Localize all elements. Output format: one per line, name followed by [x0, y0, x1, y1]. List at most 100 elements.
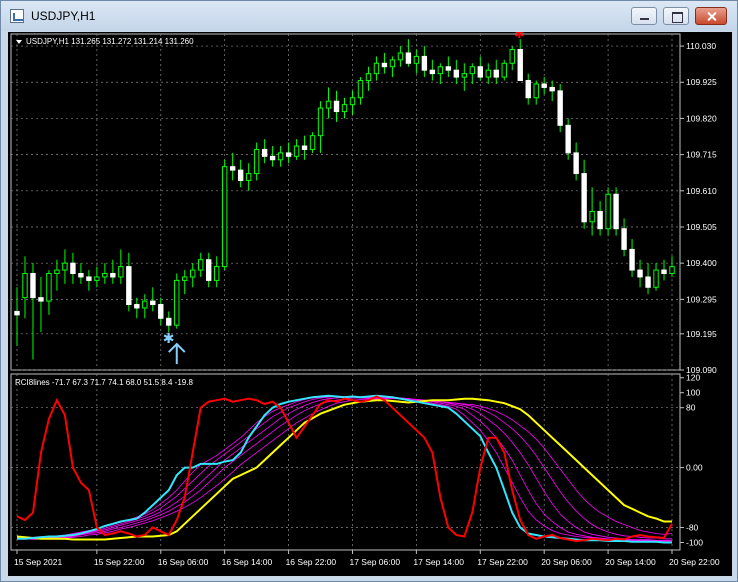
rci-magenta-line: [16, 396, 672, 542]
price-tick-label: 109.195: [686, 329, 717, 339]
candle-body: [501, 62, 507, 78]
candle-body: [198, 259, 204, 271]
price-panel[interactable]: ✱ ✱ 110.030 109.925 109.820 109.715 109.610 10…: [10, 32, 717, 375]
candle-body: [142, 300, 148, 309]
candle-body: [221, 166, 228, 268]
candle-body: [485, 69, 491, 78]
candle-body: [341, 104, 348, 113]
candle-body: [30, 273, 36, 299]
candle-body: [102, 273, 108, 278]
candle-body: [517, 49, 523, 82]
candle-body: [565, 124, 571, 154]
buy-star-icon: ✱: [163, 331, 175, 347]
candle-body: [493, 69, 499, 78]
price-tick-label: 110.030: [686, 41, 716, 51]
price-tick-label: 109.610: [686, 186, 717, 196]
candle-body: [581, 173, 587, 223]
candle-body: [573, 152, 579, 175]
time-tick-label: 17 Sep 14:00: [413, 557, 464, 567]
candle-body: [613, 193, 619, 230]
candle-body: [317, 107, 324, 137]
candle-body: [445, 66, 452, 71]
candle-body: [645, 276, 651, 288]
time-axis: 15 Sep 2021 15 Sep 22:00 16 Sep 06:00 16 Se…: [14, 550, 720, 567]
time-tick-label: 20 Sep 14:00: [605, 557, 656, 567]
candle-body: [357, 80, 364, 99]
candle-body: [469, 66, 476, 75]
restore-button[interactable]: [663, 7, 689, 25]
candle-body: [437, 66, 444, 75]
rci-cyan-line: [17, 394, 672, 544]
price-tick-label: 109.925: [686, 77, 717, 87]
candle-body: [206, 259, 212, 281]
chart-canvas[interactable]: ✱ ✱ 110.030 109.925 109.820 109.715 109.610 10…: [8, 32, 732, 576]
rci-panel[interactable]: 120 100 80 0.00 -80 -100 RCI8lines -71.7 67.3…: [10, 373, 703, 551]
candle-body: [245, 173, 252, 181]
rci-magenta-line: [16, 396, 672, 541]
time-tick-label: 16 Sep 22:00: [286, 557, 337, 567]
title-bar[interactable]: USDJPY,H1: [1, 1, 737, 31]
candle-body: [629, 248, 635, 271]
candle-body: [669, 266, 675, 275]
candle-body: [190, 269, 196, 278]
candle-body: [413, 55, 420, 64]
price-panel-frame: [10, 33, 681, 371]
candle-body: [158, 304, 164, 319]
rci-tick-label: 0.00: [686, 463, 703, 473]
candle-body: [261, 148, 268, 157]
candle-body: [134, 304, 140, 309]
candle-body: [229, 166, 236, 171]
time-tick-label: 20 Sep 06:00: [541, 557, 592, 567]
candle-body: [421, 55, 428, 71]
price-tick-label: 109.820: [686, 113, 717, 123]
candle-body: [293, 145, 300, 157]
candle-body: [549, 86, 555, 92]
candle-body: [182, 276, 188, 281]
collapse-triangle-icon[interactable]: [16, 40, 22, 44]
candle-body: [22, 273, 28, 299]
candle-body: [110, 273, 116, 278]
candle-body: [477, 66, 483, 78]
rci-axis: 120 100 80 0.00 -80 -100: [680, 373, 703, 548]
candlesticks: [14, 39, 675, 360]
candle-body: [38, 297, 44, 302]
candle-body: [166, 317, 172, 326]
candle-body: [405, 52, 412, 64]
rci-red-line: [16, 395, 673, 543]
candle-body: [661, 269, 667, 275]
minimize-button[interactable]: [631, 7, 657, 25]
time-tick-label: 16 Sep 06:00: [158, 557, 209, 567]
candle-body: [597, 210, 603, 230]
candle-body: [333, 100, 340, 113]
chart-window-icon: [10, 9, 24, 23]
candle-body: [533, 83, 539, 99]
candle-body: [397, 52, 404, 61]
candle-body: [54, 269, 60, 275]
rci-tick-label: 120: [686, 373, 700, 383]
candle-body: [525, 80, 531, 99]
price-tick-label: 109.400: [686, 258, 717, 268]
rci-magenta-line: [16, 396, 672, 543]
time-tick-label: 15 Sep 22:00: [94, 557, 145, 567]
candle-body: [453, 69, 460, 78]
candle-body: [509, 49, 515, 64]
candle-body: [373, 62, 380, 75]
rci-tick-label: -80: [686, 523, 699, 533]
price-tick-label: 109.295: [686, 294, 717, 304]
price-axis: 110.030 109.925 109.820 109.715 109.610 109.5…: [680, 41, 717, 375]
candle-body: [118, 266, 124, 278]
candle-body: [381, 62, 388, 68]
candle-body: [309, 135, 316, 150]
candle-body: [237, 169, 244, 181]
candle-body: [589, 210, 595, 223]
chart-window: USDJPY,H1 ✱ ✱ 110.030 109.925 109.820 109.71…: [0, 0, 738, 582]
candle-body: [269, 155, 276, 161]
rci-tick-label: 100: [686, 388, 700, 398]
chart-area[interactable]: ✱ ✱ 110.030 109.925 109.820 109.715 109.610 10…: [8, 32, 732, 576]
candle-body: [94, 276, 100, 281]
close-button[interactable]: [695, 7, 727, 25]
price-tick-label: 109.505: [686, 222, 717, 232]
rci-tick-label: 80: [686, 403, 696, 413]
rci-yellow-line: [16, 397, 672, 541]
candle-body: [14, 310, 20, 316]
